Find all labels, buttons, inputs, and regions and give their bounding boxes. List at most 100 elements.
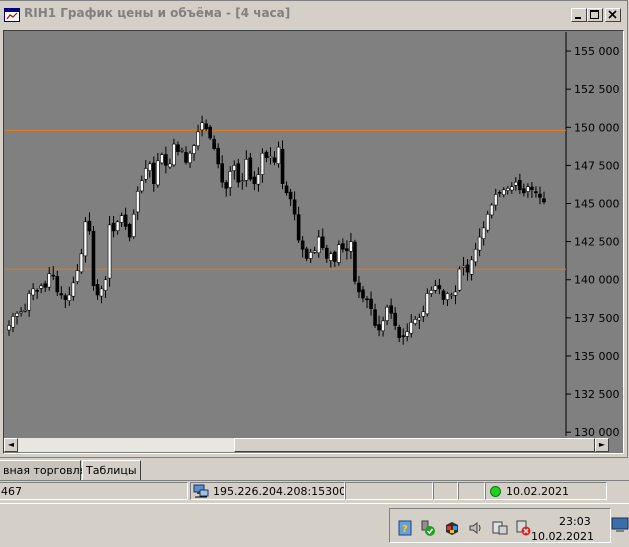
candle-body <box>91 230 96 287</box>
candle-body <box>240 180 245 182</box>
candle-body <box>55 276 60 293</box>
candle-body <box>272 157 277 163</box>
candle-body <box>216 147 220 165</box>
security-shield-icon[interactable] <box>420 520 436 536</box>
status-bar: 467 195.226.204.208:15300 10.02.2021 <box>0 481 629 501</box>
candle-body <box>481 227 486 239</box>
y-tick-label: 140 000 <box>574 274 620 287</box>
candle-body <box>123 214 128 227</box>
candle-body <box>349 241 353 252</box>
show-desktop-icon[interactable] <box>611 517 629 533</box>
candle-body <box>433 285 438 291</box>
candle-body <box>147 163 152 171</box>
cube-app-icon[interactable] <box>444 520 460 536</box>
candle-body <box>437 285 442 290</box>
y-tick-label: 152 500 <box>574 83 620 96</box>
tab-trading[interactable]: вная торговля <box>0 460 86 480</box>
y-tick-label: 147 500 <box>574 159 620 172</box>
candle-body <box>164 154 168 166</box>
candle-body <box>280 148 285 184</box>
candle-body <box>329 253 333 261</box>
candle-body <box>381 320 385 332</box>
candle-body <box>95 283 100 296</box>
candle-body <box>296 214 301 241</box>
candle-body <box>493 194 498 206</box>
candle-body <box>111 222 116 232</box>
candle-body <box>19 311 23 314</box>
status-server: 195.226.204.208:15300 <box>190 482 345 500</box>
display-icon[interactable] <box>492 520 508 536</box>
candle-body <box>409 322 414 334</box>
candle-body <box>204 123 208 130</box>
candle-body <box>542 198 546 203</box>
candle-body <box>304 248 309 259</box>
candle-body <box>152 162 156 184</box>
chart-window: RIH1 График цены и объёма - [4 часа] 155… <box>0 0 628 458</box>
candle-body <box>180 149 184 152</box>
candle-body <box>7 325 11 331</box>
candle-body <box>236 163 241 183</box>
candle-body <box>71 282 76 297</box>
candle-body <box>530 186 534 191</box>
tab-strip: вная торговля Таблицы <box>0 458 629 481</box>
candle-body <box>67 294 72 302</box>
candle-body <box>288 191 293 200</box>
candle-body <box>99 288 104 297</box>
candle-body <box>320 236 325 249</box>
horizontal-scrollbar[interactable]: ◄ ► <box>4 438 609 452</box>
candle-body <box>127 223 132 238</box>
candle-body <box>79 253 84 273</box>
candle-body <box>457 268 462 291</box>
y-tick-label: 142 500 <box>574 236 620 249</box>
taskbar: ? 23:03 10.02.2021 <box>0 503 629 547</box>
price-chart[interactable]: 155 000 152 500 150 000 147 500 145 000 142 5… <box>0 1 629 441</box>
candle-body <box>35 290 39 292</box>
candle-body <box>143 168 148 180</box>
candle-body <box>421 311 426 317</box>
tab-tables[interactable]: Таблицы <box>82 460 141 480</box>
candle-body <box>461 265 466 268</box>
clock-time[interactable]: 23:03 <box>559 515 591 528</box>
clock-date[interactable]: 10.02.2021 <box>531 530 594 543</box>
candle-body <box>131 213 136 237</box>
network-disconnected-icon[interactable] <box>515 520 531 536</box>
candle-body <box>264 151 269 159</box>
candle-body <box>208 126 212 139</box>
candle-body <box>83 221 88 257</box>
scroll-right-button[interactable]: ► <box>595 438 609 452</box>
candle-body <box>31 288 35 296</box>
candle-body <box>11 316 15 328</box>
candle-body <box>192 145 196 154</box>
help-icon[interactable]: ? <box>398 520 414 536</box>
candle-body <box>522 188 526 194</box>
status-connection: 10.02.2021 <box>485 482 607 500</box>
candle-body <box>518 180 522 191</box>
y-tick-label: 150 000 <box>574 121 620 134</box>
y-tick-label: 137 500 <box>574 312 620 325</box>
candle-body <box>256 174 261 185</box>
candle-body <box>514 181 518 186</box>
system-tray: ? 23:03 10.02.2021 <box>389 508 611 543</box>
candle-body <box>87 220 92 232</box>
status-value: 467 <box>0 482 188 500</box>
candle-body <box>224 182 229 189</box>
candle-body <box>184 152 188 163</box>
scroll-thumb[interactable] <box>234 438 595 452</box>
candle-body <box>63 295 68 300</box>
candle-body <box>252 176 257 184</box>
candle-body <box>156 160 160 186</box>
candle-body <box>465 264 470 273</box>
candle-body <box>453 291 458 296</box>
candle-body <box>449 294 454 297</box>
candle-body <box>200 122 204 131</box>
candle-body <box>393 312 397 326</box>
candle-body <box>405 331 410 337</box>
candle-body <box>429 290 434 294</box>
volume-icon[interactable] <box>468 520 484 536</box>
scroll-left-button[interactable]: ◄ <box>4 438 18 452</box>
y-tick-label: 155 000 <box>574 45 620 58</box>
candle-body <box>526 186 530 192</box>
candle-body <box>341 243 345 250</box>
status-date: 10.02.2021 <box>506 485 569 498</box>
candle-body <box>284 185 289 194</box>
